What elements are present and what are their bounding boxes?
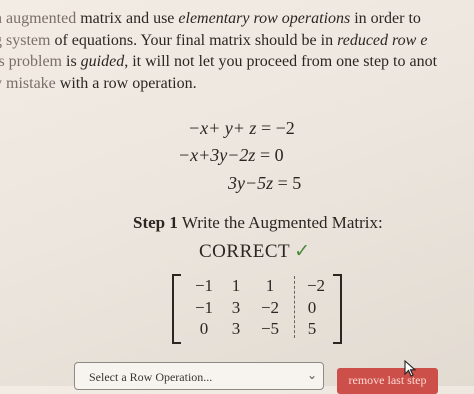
instruction-line-4: y mistake with a row operation. [0, 74, 197, 92]
equation-3: 3y−5z = 5 [228, 173, 302, 193]
matrix-cell: 0 [307, 298, 317, 317]
step-label: Step 1 [133, 213, 178, 232]
matrix-cell: −2 [260, 298, 280, 317]
status-text: CORRECT [199, 241, 291, 262]
matrix-cell: −5 [260, 319, 280, 338]
augmented-matrix: −1 1 1 −2 −1 3 −2 0 0 3 −5 5 [172, 274, 342, 344]
remove-last-step-button[interactable]: remove last step [337, 368, 438, 394]
matrix-left-bracket [172, 274, 181, 344]
matrix-cell: 1 [231, 276, 241, 295]
equation-1: −x+ y+ z = −2 [188, 118, 295, 138]
instruction-line-3: is problem is guided, it will not let yo… [0, 53, 438, 70]
matrix-cell: 1 [265, 276, 275, 295]
checkmark-icon: ✓ [294, 241, 311, 262]
matrix-cell: −1 [194, 276, 214, 295]
row-operation-placeholder: Select a Row Operation... [89, 370, 213, 384]
instruction-line-1: n augmented matrix and use elementary ro… [0, 10, 421, 27]
equation-2: −x+3y−2z = 0 [178, 145, 284, 165]
step-title: Write the Augmented Matrix: [181, 213, 383, 232]
chevron-down-icon[interactable]: ⌄ [307, 368, 317, 382]
status-badge: CORRECT ✓ [199, 240, 311, 263]
matrix-cell: −1 [194, 298, 214, 317]
matrix-right-bracket [333, 274, 342, 344]
cursor-icon [404, 360, 417, 377]
step-heading: Step 1 Write the Augmented Matrix: [133, 213, 383, 233]
instruction-line-2: g system of equations. Your final matrix… [0, 31, 428, 49]
matrix-cell: 0 [199, 319, 209, 338]
matrix-cell: 3 [231, 319, 241, 338]
matrix-cell: −2 [306, 276, 326, 295]
matrix-cell: 3 [231, 298, 241, 317]
matrix-cell: 5 [307, 319, 317, 338]
instructions: n augmented matrix and use elementary ro… [0, 8, 474, 94]
